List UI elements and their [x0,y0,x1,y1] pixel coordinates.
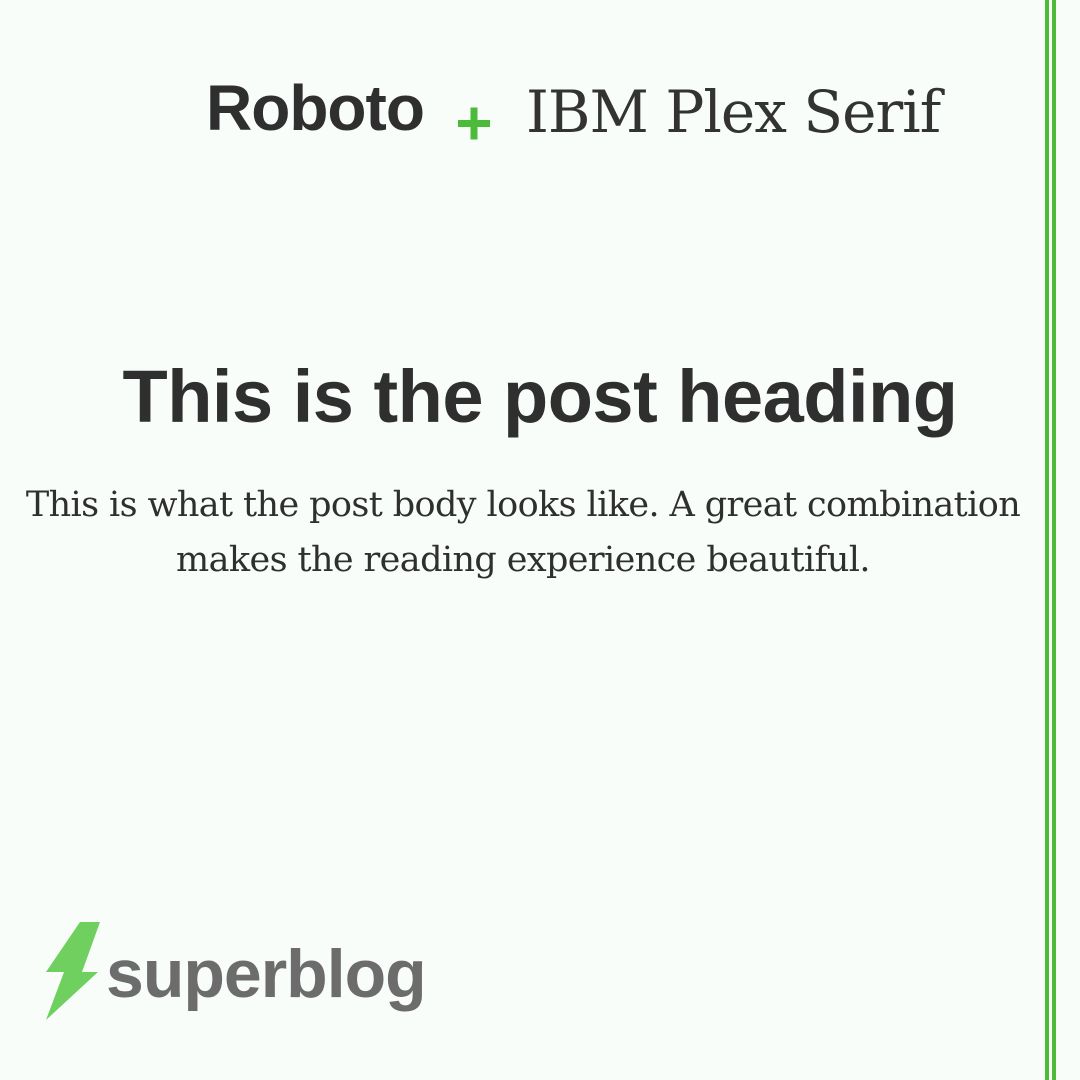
accent-rule-right [1052,0,1056,1080]
plus-icon [452,72,496,152]
accent-rule-left [1045,0,1049,1080]
post-body: This is what the post body looks like. A… [25,485,1021,580]
brand-name: superblog [106,936,427,1012]
heading-font-name: Roboto [206,72,425,144]
superblog-logo: superblog [42,920,482,1024]
post-heading: This is the post heading [122,355,958,438]
body-font-name: IBM Plex Serif [526,78,941,146]
font-pairing-title: Roboto IBM Plex Serif [0,62,1080,152]
lightning-bolt-icon [42,920,102,1024]
